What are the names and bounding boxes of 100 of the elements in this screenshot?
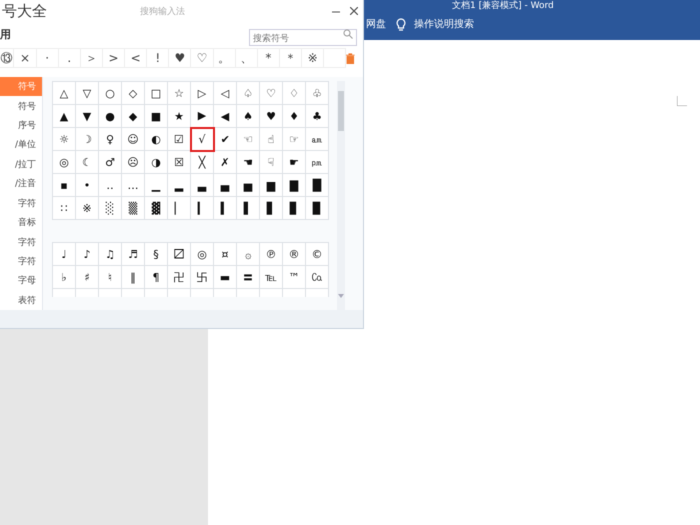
symbol-cell[interactable]: ☆ — [168, 82, 190, 104]
symbol-cell[interactable]: ▪ — [52, 174, 76, 196]
trash-icon[interactable] — [346, 52, 355, 64]
symbol-cell[interactable]: △ — [52, 82, 76, 104]
symbol-cell[interactable]: ▓ — [144, 196, 168, 220]
symbol-cell[interactable]: ▷ — [190, 82, 214, 104]
symbol-cell[interactable]: ◇ — [122, 82, 144, 104]
symbol-cell[interactable]: ░ — [98, 196, 122, 220]
symbol-cell[interactable]: ※ — [76, 196, 98, 220]
symbol-cell[interactable]: ▲ — [52, 104, 76, 128]
symbol-cell[interactable]: ▋ — [260, 196, 282, 220]
symbol-cell[interactable]: ◑ — [144, 150, 168, 174]
symbol-cell[interactable]: § — [144, 242, 168, 266]
symbol-cell[interactable]: ★ — [168, 104, 190, 128]
symbol-cell[interactable]: ☛ — [282, 150, 306, 174]
scrollbar[interactable] — [337, 81, 345, 310]
symbol-cell[interactable]: ㏂ — [306, 128, 328, 150]
symbol-cell[interactable]: ‥ — [98, 174, 122, 196]
category-item[interactable]: 字符 — [0, 252, 42, 272]
symbol-cell[interactable]: ▎ — [190, 196, 214, 220]
category-item[interactable]: 音标 — [0, 212, 42, 232]
category-item[interactable]: 字母 — [0, 271, 42, 291]
symbol-cell[interactable]: ㏘ — [306, 150, 328, 174]
recent-symbol[interactable]: . — [58, 48, 81, 68]
symbol-cell[interactable]: 〼 — [168, 242, 190, 266]
symbol-cell[interactable]: ♩ — [52, 242, 76, 266]
symbol-cell[interactable]: • — [76, 174, 98, 196]
symbol-cell[interactable]: ◁ — [214, 82, 236, 104]
symbol-cell[interactable]: ▅ — [236, 174, 260, 196]
scroll-down-icon[interactable] — [338, 294, 344, 298]
toolbar-item[interactable]: 网盘 — [366, 17, 386, 31]
symbol-cell[interactable]: ♦ — [282, 104, 306, 128]
symbol-cell[interactable]: ♮ — [98, 266, 122, 288]
symbol-cell[interactable]: 卐 — [190, 266, 214, 288]
symbol-cell[interactable]: ¶ — [144, 266, 168, 288]
symbol-cell[interactable]: ♪ — [76, 242, 98, 266]
symbol-cell[interactable]: ▍ — [214, 196, 236, 220]
recent-symbol[interactable]: ＊ — [278, 48, 302, 68]
recent-symbol[interactable]: < — [124, 48, 148, 68]
recent-symbol[interactable]: ! — [146, 48, 170, 68]
symbol-cell[interactable]: ♭ — [52, 266, 76, 288]
symbol-cell[interactable]: ▊ — [282, 196, 306, 220]
symbol-cell[interactable]: ☜ — [236, 128, 260, 150]
symbol-cell[interactable]: ▃ — [190, 174, 214, 196]
category-item[interactable]: /拉丁 — [0, 154, 42, 174]
recent-symbol[interactable]: ⑬ — [0, 48, 14, 68]
symbol-cell[interactable]: ♧ — [306, 82, 328, 104]
symbol-cell[interactable]: ✔ — [214, 128, 236, 150]
symbol-cell[interactable]: ▒ — [122, 196, 144, 220]
symbol-cell[interactable]: ▽ — [76, 82, 98, 104]
category-item[interactable]: 符号 — [0, 96, 42, 116]
recent-symbol[interactable]: > — [102, 48, 126, 68]
recent-symbol[interactable]: ※ — [301, 48, 324, 68]
symbol-cell[interactable]: ☝ — [260, 128, 282, 150]
symbol-cell[interactable]: ▁ — [144, 174, 168, 196]
symbol-cell[interactable]: © — [306, 242, 328, 266]
symbol-cell[interactable]: ╳ — [190, 150, 214, 174]
symbol-cell[interactable]: ▌ — [236, 196, 260, 220]
recent-symbol[interactable]: × — [13, 48, 37, 68]
symbol-cell[interactable]: ♀ — [98, 128, 122, 150]
symbol-cell[interactable]: ℗ — [260, 242, 282, 266]
category-item[interactable]: 字符 — [0, 194, 42, 213]
symbol-cell[interactable]: ㏇ — [306, 266, 328, 288]
symbol-cell[interactable]: ▂ — [168, 174, 190, 196]
symbol-cell[interactable]: ◎ — [190, 242, 214, 266]
symbol-cell[interactable]: 卍 — [168, 266, 190, 288]
symbol-cell[interactable]: ♡ — [260, 82, 282, 104]
symbol-cell[interactable]: ○ — [98, 82, 122, 104]
recent-symbol[interactable]: 。 — [212, 48, 236, 68]
recent-symbol[interactable]: ＞ — [80, 48, 103, 68]
category-item[interactable]: 序号 — [0, 116, 42, 136]
symbol-cell[interactable]: ▄ — [214, 174, 236, 196]
symbol-cell[interactable]: █ — [306, 174, 328, 196]
symbol-cell[interactable]: ☞ — [282, 128, 306, 150]
symbol-cell[interactable]: √ — [190, 128, 214, 150]
symbol-cell[interactable]: ◀ — [214, 104, 236, 128]
symbol-cell[interactable]: ¤ — [214, 242, 236, 266]
symbol-cell[interactable]: ♬ — [122, 242, 144, 266]
symbol-cell[interactable]: ▆ — [260, 174, 282, 196]
category-item[interactable]: 表符 — [0, 290, 42, 310]
symbol-cell[interactable]: ۞ — [236, 242, 260, 266]
symbol-cell[interactable]: ♫ — [98, 242, 122, 266]
symbol-cell[interactable]: 〓 — [236, 266, 260, 288]
recent-symbol[interactable]: * — [256, 48, 280, 68]
recent-symbol[interactable]: 、 — [234, 48, 258, 68]
symbol-cell[interactable]: ♂ — [98, 150, 122, 174]
symbol-cell[interactable]: ✗ — [214, 150, 236, 174]
symbol-cell[interactable]: ☟ — [260, 150, 282, 174]
symbol-cell[interactable]: ▬ — [214, 266, 236, 288]
recent-symbol[interactable]: ♡ — [190, 48, 214, 68]
symbol-cell[interactable]: ◆ — [122, 104, 144, 128]
symbol-cell[interactable]: ◐ — [144, 128, 168, 150]
symbol-cell[interactable]: ♣ — [306, 104, 328, 128]
symbol-cell[interactable]: ‖ — [122, 266, 144, 288]
symbol-cell[interactable]: □ — [144, 82, 168, 104]
symbol-cell[interactable]: ® — [282, 242, 306, 266]
symbol-cell[interactable]: ☹ — [122, 150, 144, 174]
symbol-cell[interactable]: ♤ — [236, 82, 260, 104]
symbol-cell[interactable]: ☺ — [122, 128, 144, 150]
symbol-cell[interactable]: ▇ — [282, 174, 306, 196]
